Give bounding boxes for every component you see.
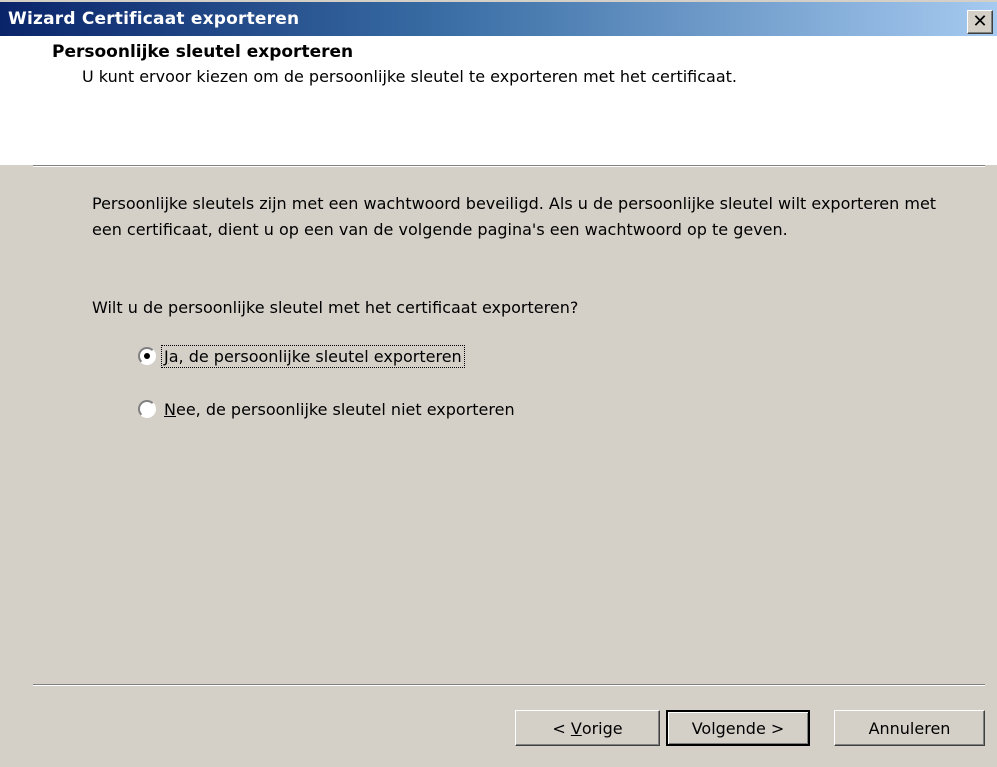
- page-subtitle: U kunt ervoor kiezen om de persoonlijke …: [82, 67, 738, 86]
- certificate-export-wizard-window: Wizard Certificaat exporteren ✕ Persoonl…: [0, 0, 997, 767]
- close-button[interactable]: ✕: [967, 10, 993, 34]
- page-title: Persoonlijke sleutel exporteren: [52, 42, 354, 62]
- footer-divider: [33, 684, 985, 686]
- question-text: Wilt u de persoonlijke sleutel met het c…: [92, 298, 579, 317]
- cancel-button[interactable]: Annuleren: [834, 710, 985, 746]
- back-button[interactable]: < Vorige: [515, 710, 660, 746]
- header-divider: [33, 165, 985, 167]
- window-title: Wizard Certificaat exporteren: [8, 9, 300, 29]
- description-text: Persoonlijke sleutels zijn met een wacht…: [92, 194, 937, 239]
- radio-label-no-export-key[interactable]: Nee, de persoonlijke sleutel niet export…: [162, 399, 517, 420]
- title-bar[interactable]: Wizard Certificaat exporteren ✕: [0, 0, 997, 36]
- radio-label-export-key[interactable]: Ja, de persoonlijke sleutel exporteren: [161, 344, 465, 368]
- radio-option-export-key[interactable]: Ja, de persoonlijke sleutel exporteren: [138, 343, 465, 369]
- radio-option-no-export-key[interactable]: Nee, de persoonlijke sleutel niet export…: [138, 396, 517, 422]
- close-icon: ✕: [972, 11, 988, 32]
- radio-button-unselected[interactable]: [138, 400, 156, 418]
- radio-button-selected[interactable]: [138, 347, 156, 365]
- next-button[interactable]: Volgende >: [666, 710, 810, 746]
- radio-dot-icon: [144, 353, 150, 359]
